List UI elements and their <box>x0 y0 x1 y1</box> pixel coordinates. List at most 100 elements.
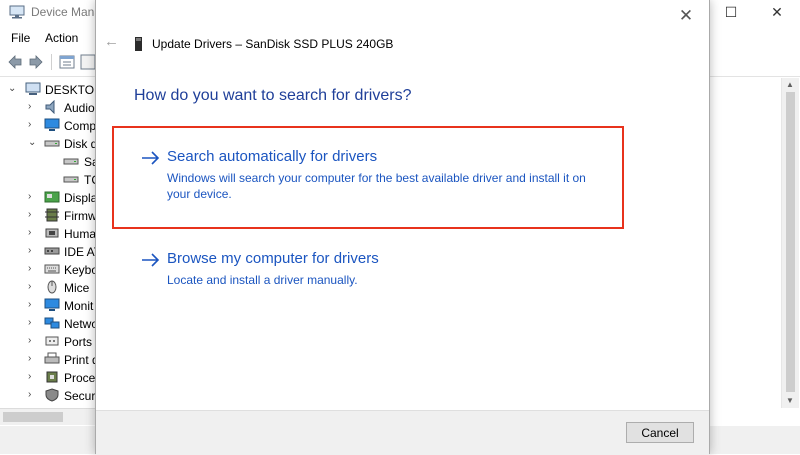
tree-item-label: Huma <box>64 227 96 241</box>
tree-item-computer[interactable]: › Comp <box>0 117 96 135</box>
firmware-icon <box>45 208 59 222</box>
tree-item-firmware[interactable]: › Firmw <box>0 207 96 225</box>
computer-icon <box>25 82 41 95</box>
tree-item-tc[interactable]: TC <box>0 171 96 189</box>
chevron-right-icon[interactable]: › <box>28 353 38 365</box>
monitor-icon <box>44 298 60 311</box>
processor-icon <box>46 371 58 383</box>
update-drivers-dialog: ✕ ← Update Drivers – SanDisk SSD PLUS 24… <box>95 0 710 455</box>
security-icon <box>45 388 59 402</box>
back-icon[interactable] <box>6 53 24 71</box>
tree-item-label: Monit <box>64 299 94 313</box>
chevron-down-icon[interactable]: ⌄ <box>8 83 18 95</box>
chevron-down-icon[interactable]: ⌄ <box>28 137 38 149</box>
chevron-right-icon[interactable]: › <box>28 191 38 203</box>
mouse-icon <box>47 280 57 294</box>
tree-item-disk-drives[interactable]: ⌄ Disk d <box>0 135 96 153</box>
forward-icon[interactable] <box>27 53 45 71</box>
scroll-up-icon[interactable]: ▲ <box>786 80 794 89</box>
tree-item-audio[interactable]: › Audio <box>0 99 96 117</box>
tree-item-label: Mice <box>64 281 90 295</box>
scroll-down-icon[interactable]: ▼ <box>786 396 794 405</box>
chevron-right-icon[interactable]: › <box>28 245 38 257</box>
vertical-scrollbar[interactable]: ▲ ▼ <box>781 78 799 408</box>
port-icon <box>45 336 59 346</box>
tree-item-ide[interactable]: › IDE AT <box>0 243 96 261</box>
tree-item-processors[interactable]: › Proce <box>0 369 96 387</box>
speaker-icon <box>45 100 55 114</box>
tree-item-root[interactable]: ⌄ DESKTOP <box>0 81 96 99</box>
tree-item-keyboards[interactable]: › Keybo <box>0 261 96 279</box>
chevron-right-icon[interactable]: › <box>28 389 38 401</box>
disk-drive-icon <box>63 176 79 183</box>
tree-item-hid[interactable]: › Huma <box>0 225 96 243</box>
tree-item-label: Firmw <box>64 209 96 223</box>
device-manager-app-icon <box>9 5 25 19</box>
tree-item-label: Disk d <box>64 137 96 151</box>
back-arrow-icon[interactable]: ← <box>104 34 120 50</box>
chevron-right-icon[interactable]: › <box>28 371 38 383</box>
device-tree: ⌄ DESKTOP › Audio › Comp ⌄ Disk d Sa <box>0 78 96 408</box>
display-adapter-icon <box>44 191 60 203</box>
tree-item-label: Secur <box>64 389 96 403</box>
chevron-right-icon[interactable]: › <box>28 281 38 293</box>
tree-item-label: Ports <box>64 335 93 349</box>
printer-icon <box>44 352 60 364</box>
tree-item-label: Keybo <box>64 263 96 277</box>
option-title[interactable]: Search automatically for drivers <box>167 148 377 165</box>
disk-drive-icon <box>44 140 60 147</box>
menu-file[interactable]: File <box>11 31 30 45</box>
tree-item-ports[interactable]: › Ports <box>0 333 96 351</box>
tree-item-network[interactable]: › Netwo <box>0 315 96 333</box>
dialog-title: Update Drivers – SanDisk SSD PLUS 240GB <box>152 37 394 51</box>
vertical-scroll-thumb[interactable] <box>786 92 795 392</box>
chevron-right-icon[interactable]: › <box>28 101 38 113</box>
chevron-right-icon[interactable]: › <box>28 335 38 347</box>
tree-item-mice[interactable]: › Mice <box>0 279 96 297</box>
chevron-right-icon[interactable]: › <box>28 209 38 221</box>
tree-item-label: Displa <box>64 191 96 205</box>
keyboard-icon <box>44 264 60 274</box>
tree-item-security[interactable]: › Secur <box>0 387 96 405</box>
cancel-button[interactable]: Cancel <box>626 422 694 443</box>
close-button[interactable]: ✕ <box>754 0 800 26</box>
hid-icon <box>45 228 59 238</box>
search-automatically-option[interactable]: Search automatically for drivers Windows… <box>140 148 620 201</box>
tree-item-monitors[interactable]: › Monit <box>0 297 96 315</box>
tree-item-sandisk[interactable]: Sa <box>0 153 96 171</box>
tree-item-label: Audio <box>64 101 95 115</box>
arrow-right-icon <box>142 253 160 267</box>
chevron-right-icon[interactable]: › <box>28 317 38 329</box>
chevron-right-icon[interactable]: › <box>28 263 38 275</box>
maximize-button[interactable]: ☐ <box>708 0 754 26</box>
dialog-footer: Cancel <box>96 410 709 455</box>
chevron-right-icon[interactable]: › <box>28 119 38 131</box>
tree-item-label: Netwo <box>64 317 96 331</box>
tree-item-label: Comp <box>64 119 96 133</box>
option-title[interactable]: Browse my computer for drivers <box>167 250 379 267</box>
menu-action[interactable]: Action <box>45 31 78 45</box>
option-description: Locate and install a driver manually. <box>167 273 358 287</box>
browse-computer-option[interactable]: Browse my computer for drivers Locate an… <box>140 250 620 287</box>
chevron-right-icon[interactable]: › <box>28 227 38 239</box>
properties-icon[interactable] <box>58 53 76 71</box>
option-description: Windows will search your computer for th… <box>167 171 586 201</box>
network-icon <box>44 317 60 329</box>
monitor-icon <box>44 118 60 131</box>
window-title: Device Mana <box>31 5 102 19</box>
tree-item-label: Proce <box>64 371 96 385</box>
tree-item-print-queues[interactable]: › Print q <box>0 351 96 369</box>
horizontal-scroll-thumb[interactable] <box>3 412 63 422</box>
disk-drive-icon <box>63 158 79 165</box>
dialog-heading: How do you want to search for drivers? <box>134 87 412 104</box>
arrow-right-icon <box>142 151 160 165</box>
tree-item-display[interactable]: › Displa <box>0 189 96 207</box>
tree-item-label: Print q <box>64 353 96 367</box>
tree-item-label: IDE AT <box>64 245 96 259</box>
toolbar-separator <box>51 54 52 70</box>
horizontal-scrollbar[interactable] <box>0 408 96 425</box>
ssd-device-icon <box>135 37 142 51</box>
chevron-right-icon[interactable]: › <box>28 299 38 311</box>
dialog-close-button[interactable]: ✕ <box>671 4 701 28</box>
ide-controller-icon <box>44 247 60 255</box>
